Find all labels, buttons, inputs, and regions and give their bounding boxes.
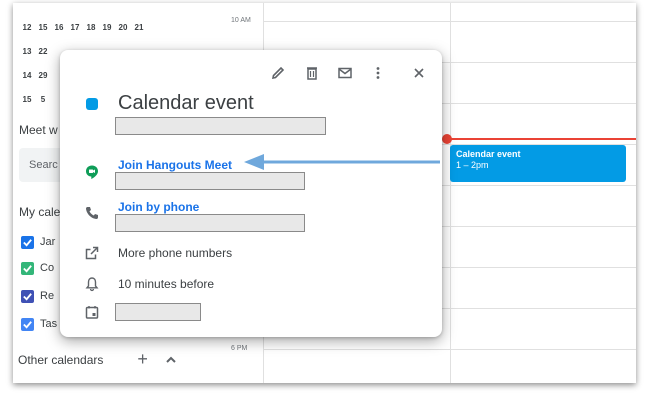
mini-calendar-row: 13 22 — [19, 47, 51, 65]
hangouts-meet-icon — [82, 162, 102, 182]
time-label: 6 PM — [231, 345, 248, 352]
chevron-up-icon[interactable] — [164, 353, 178, 367]
phone-icon — [82, 203, 102, 223]
event-chip[interactable]: Calendar event 1 – 2pm — [450, 145, 626, 182]
event-chip-title: Calendar event — [456, 149, 521, 159]
mini-calendar-row: 14 29 — [19, 71, 51, 89]
more-options-icon[interactable] — [367, 62, 389, 84]
calendar-item[interactable]: Co — [21, 259, 54, 277]
calendar-item-label: Co — [40, 262, 55, 274]
join-by-phone-link[interactable]: Join by phone — [118, 200, 199, 214]
current-time-line — [448, 138, 636, 140]
day-cell[interactable]: 21 — [131, 23, 147, 32]
day-cell[interactable]: 22 — [35, 47, 51, 56]
week-number: 15 — [22, 95, 32, 104]
checkbox-checked-icon[interactable] — [21, 235, 34, 249]
calendar-item[interactable]: Re — [21, 287, 54, 305]
week-number: 12 — [22, 23, 32, 32]
day-cell[interactable]: 17 — [67, 23, 83, 32]
checkbox-checked-icon[interactable] — [21, 317, 34, 331]
other-calendars-label: Other calendars — [18, 352, 104, 367]
event-color-swatch — [86, 98, 98, 110]
calendar-item-label: Tas — [40, 318, 58, 330]
meet-with-label: Meet w — [19, 123, 58, 137]
grid-divider — [450, 3, 451, 383]
day-cell[interactable]: 29 — [35, 71, 51, 80]
week-number: 13 — [22, 47, 32, 56]
email-icon[interactable] — [334, 62, 356, 84]
week-number: 14 — [22, 71, 32, 80]
day-cell[interactable]: 16 — [51, 23, 67, 32]
day-cell[interactable]: 18 — [83, 23, 99, 32]
reminder-text: 10 minutes before — [118, 277, 215, 291]
redacted-date-field — [115, 117, 326, 135]
delete-icon[interactable] — [301, 62, 323, 84]
join-hangouts-meet-link[interactable]: Join Hangouts Meet — [118, 158, 232, 172]
day-cell[interactable]: 5 — [35, 95, 51, 104]
my-calendars-label[interactable]: My cale — [19, 205, 60, 219]
calendar-item[interactable]: Tas — [21, 315, 57, 333]
current-time-dot — [442, 134, 452, 144]
redacted-phone-field — [115, 214, 305, 232]
checkbox-checked-icon[interactable] — [21, 261, 34, 275]
day-cell[interactable]: 20 — [115, 23, 131, 32]
mini-calendar-row: 15 5 — [19, 95, 51, 113]
calendar-item[interactable]: Jar — [21, 233, 55, 251]
time-label: 10 AM — [231, 17, 251, 24]
redacted-meet-id-field — [115, 172, 305, 190]
bell-icon — [82, 274, 102, 294]
other-calendars-row: Other calendars + — [18, 349, 178, 370]
more-phone-numbers-link[interactable]: More phone numbers — [118, 246, 232, 260]
event-title: Calendar event — [118, 92, 254, 114]
event-chip-time: 1 – 2pm — [456, 160, 489, 170]
mini-calendar-row: 12 15 16 17 18 19 20 21 — [19, 23, 147, 41]
add-icon[interactable]: + — [137, 349, 148, 370]
edit-icon[interactable] — [267, 62, 289, 84]
open-external-icon — [82, 243, 102, 263]
close-icon[interactable] — [408, 62, 430, 84]
calendar-item-label: Jar — [40, 236, 56, 248]
checkbox-checked-icon[interactable] — [21, 289, 34, 303]
hour-line — [263, 21, 636, 22]
redacted-calendar-field — [115, 303, 201, 321]
day-cell[interactable]: 19 — [99, 23, 115, 32]
event-details-popup: Calendar event Join Hangouts Meet Join b… — [60, 50, 442, 337]
calendar-icon — [82, 302, 102, 322]
day-cell[interactable]: 15 — [35, 23, 51, 32]
hour-line — [263, 349, 636, 350]
calendar-item-label: Re — [40, 290, 55, 302]
